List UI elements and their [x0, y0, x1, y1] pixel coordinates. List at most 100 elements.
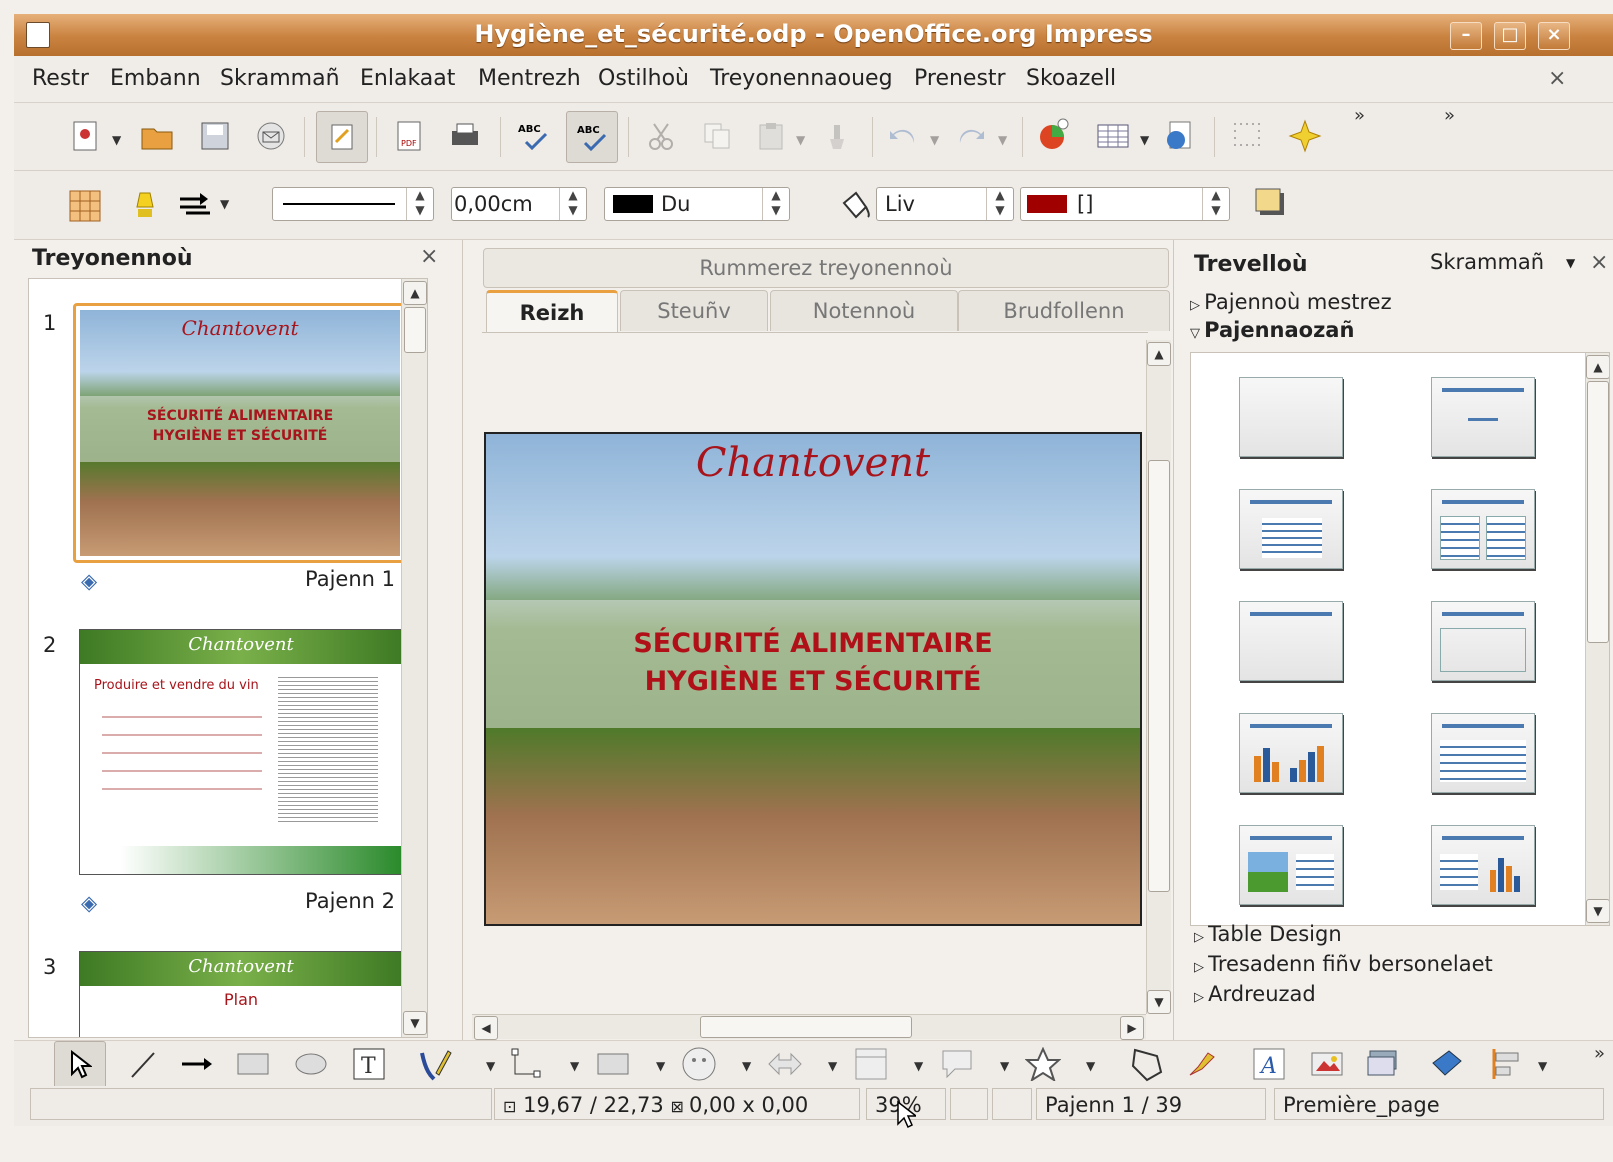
- tab-normal[interactable]: Reizh: [486, 290, 618, 333]
- connector-dropdown-icon[interactable]: ▼: [570, 1059, 579, 1073]
- toolbar-overflow-icon-3[interactable]: »: [1594, 1043, 1605, 1064]
- shadow-icon[interactable]: [1252, 185, 1290, 223]
- menu-tools[interactable]: Ostilhoù: [598, 66, 689, 91]
- close-panel-icon[interactable]: ×: [1590, 250, 1608, 275]
- table-icon[interactable]: [1094, 117, 1132, 155]
- section-table-design[interactable]: ▷ Table Design: [1194, 922, 1342, 946]
- insert-image-icon[interactable]: [1308, 1045, 1346, 1083]
- points-icon[interactable]: [1128, 1045, 1166, 1083]
- 3d-effects-icon[interactable]: [1428, 1045, 1466, 1083]
- fontwork-icon[interactable]: A: [1250, 1045, 1288, 1083]
- section-layouts[interactable]: ▽ Pajennaozañ: [1190, 318, 1354, 342]
- line-color-select[interactable]: Du ▲ ▼: [604, 187, 790, 221]
- basic-shapes-dropdown-icon[interactable]: ▼: [656, 1059, 665, 1073]
- cut-icon[interactable]: [642, 117, 680, 155]
- menu-edit[interactable]: Embann: [110, 66, 201, 91]
- helplines-icon[interactable]: [1286, 117, 1324, 155]
- slide-thumbnail-3[interactable]: Chantovent Plan: [79, 951, 403, 1037]
- line-width-field[interactable]: 0,00cm ▲ ▼: [451, 187, 587, 221]
- table-dropdown-icon[interactable]: ▼: [1140, 133, 1149, 147]
- align-dropdown-icon[interactable]: ▼: [1538, 1059, 1547, 1073]
- current-slide[interactable]: Chantovent SÉCURITÉ ALIMENTAIRE HYGIÈNE …: [484, 432, 1142, 926]
- callouts-icon[interactable]: [938, 1045, 976, 1083]
- arrow-style-dropdown-icon[interactable]: ▼: [220, 197, 229, 211]
- menu-insert[interactable]: Enlakaat: [360, 66, 455, 91]
- menu-file[interactable]: Restr: [32, 66, 89, 91]
- stars-icon[interactable]: [1024, 1045, 1062, 1083]
- chart-icon[interactable]: [1036, 115, 1074, 153]
- slide-title-line-1[interactable]: SÉCURITÉ ALIMENTAIRE: [486, 628, 1140, 659]
- layouts-scrollbar[interactable]: ▲ ▼: [1585, 353, 1609, 925]
- clone-format-icon[interactable]: [818, 117, 856, 155]
- paste-dropdown-icon[interactable]: ▼: [796, 133, 805, 147]
- styles-icon[interactable]: [66, 187, 104, 225]
- tab-handout[interactable]: Brudfollenn: [958, 290, 1170, 331]
- scroll-up-icon[interactable]: ▲: [1147, 342, 1171, 366]
- block-arrows-icon[interactable]: [766, 1045, 804, 1083]
- open-folder-icon[interactable]: [138, 117, 176, 155]
- symbol-shapes-dropdown-icon[interactable]: ▼: [742, 1059, 751, 1073]
- gallery-icon[interactable]: [1364, 1045, 1402, 1083]
- connector-tool-icon[interactable]: [508, 1045, 546, 1083]
- autospellcheck-icon[interactable]: ABC: [566, 111, 618, 163]
- menu-window[interactable]: Prenestr: [914, 66, 1006, 91]
- glue-points-icon[interactable]: [1182, 1045, 1220, 1083]
- redo-icon[interactable]: [952, 117, 990, 155]
- view-dropdown-icon[interactable]: ▼: [1566, 256, 1575, 270]
- line-style-icon[interactable]: [126, 187, 164, 225]
- align-icon[interactable]: [1488, 1045, 1526, 1083]
- new-dropdown-icon[interactable]: ▼: [112, 133, 121, 147]
- layout-title-blank[interactable]: [1239, 601, 1343, 681]
- line-style-select[interactable]: ▲ ▼: [272, 187, 434, 221]
- copy-icon[interactable]: [698, 117, 736, 155]
- scroll-right-icon[interactable]: ▶: [1120, 1016, 1144, 1040]
- scroll-up-icon[interactable]: ▲: [1586, 355, 1609, 379]
- layout-title-table[interactable]: [1431, 713, 1535, 793]
- edit-file-icon[interactable]: [316, 111, 368, 163]
- save-icon[interactable]: [196, 117, 234, 155]
- arrow-style-icon[interactable]: [176, 187, 214, 225]
- fill-color-select[interactable]: [] ▲ ▼: [1020, 187, 1230, 221]
- slide-thumbnail-1[interactable]: Chantovent SÉCURITÉ ALIMENTAIRE HYGIÈNE …: [73, 303, 407, 563]
- layout-title-content-chart[interactable]: [1431, 825, 1535, 905]
- grid-icon[interactable]: [1228, 117, 1266, 155]
- close-panel-icon[interactable]: ×: [420, 244, 438, 269]
- slide-title-line-2[interactable]: HYGIÈNE ET SÉCURITÉ: [486, 666, 1140, 697]
- menu-help[interactable]: Skoazell: [1026, 66, 1116, 91]
- close-document-icon[interactable]: ×: [1548, 66, 1566, 91]
- callouts-dropdown-icon[interactable]: ▼: [1000, 1059, 1009, 1073]
- flowchart-dropdown-icon[interactable]: ▼: [914, 1059, 923, 1073]
- scroll-thumb[interactable]: [700, 1016, 912, 1038]
- layout-blank[interactable]: [1239, 377, 1343, 457]
- editor-vertical-scrollbar[interactable]: ▲ ▼: [1146, 340, 1171, 1014]
- scroll-thumb[interactable]: [1148, 460, 1170, 892]
- select-pointer-icon[interactable]: [54, 1041, 106, 1089]
- undo-dropdown-icon[interactable]: ▼: [930, 133, 939, 147]
- menu-format[interactable]: Mentrezh: [478, 66, 581, 91]
- line-tool-icon[interactable]: [124, 1045, 162, 1083]
- tab-notes[interactable]: Notennoù: [770, 290, 958, 331]
- text-tool-icon[interactable]: T: [350, 1045, 388, 1083]
- flowchart-icon[interactable]: [852, 1045, 890, 1083]
- menu-view[interactable]: Skrammañ: [220, 66, 340, 91]
- status-insert-mode[interactable]: [950, 1088, 988, 1120]
- section-slide-transition[interactable]: ▷ Ardreuzad: [1194, 982, 1316, 1006]
- layout-title-content[interactable]: [1239, 489, 1343, 569]
- editor-horizontal-scrollbar[interactable]: ◀ ▶: [472, 1014, 1146, 1040]
- navigator-icon[interactable]: [1160, 117, 1198, 155]
- curve-tool-icon[interactable]: [416, 1045, 454, 1083]
- toolbar-overflow-icon-2[interactable]: »: [1444, 105, 1455, 126]
- slide-thumbnail-2[interactable]: Chantovent Produire et vendre du vin: [79, 629, 403, 875]
- undo-icon[interactable]: [884, 117, 922, 155]
- symbol-shapes-icon[interactable]: [680, 1045, 718, 1083]
- layout-title-only[interactable]: [1431, 377, 1535, 457]
- curve-dropdown-icon[interactable]: ▼: [486, 1059, 495, 1073]
- export-pdf-icon[interactable]: PDF: [390, 117, 428, 155]
- ellipse-tool-icon[interactable]: [292, 1045, 330, 1083]
- new-document-icon[interactable]: [66, 117, 104, 155]
- paste-icon[interactable]: [752, 117, 790, 155]
- scroll-thumb[interactable]: [404, 307, 426, 353]
- rectangle-tool-icon[interactable]: [234, 1045, 272, 1083]
- print-icon[interactable]: [446, 117, 484, 155]
- scroll-up-icon[interactable]: ▲: [403, 281, 427, 305]
